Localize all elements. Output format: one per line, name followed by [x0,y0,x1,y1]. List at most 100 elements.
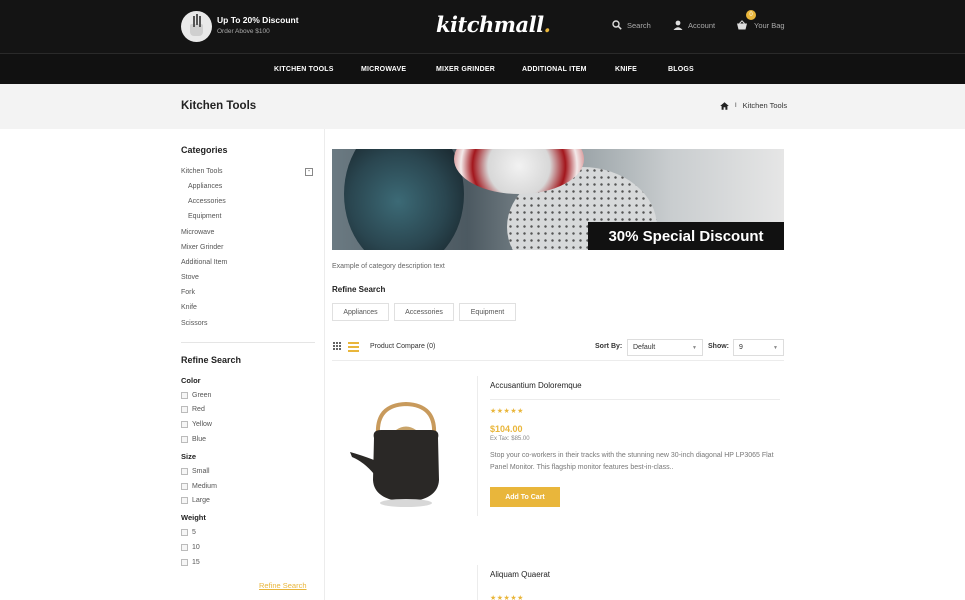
filter-size-large[interactable]: Large [181,497,210,504]
sidebar-separator [181,342,315,343]
category-equipment[interactable]: Equipment [188,213,221,220]
checkbox[interactable] [181,544,188,551]
color-filter-title: Color [181,376,201,385]
refine-search-button[interactable]: Refine Search [259,581,307,590]
checkbox[interactable] [181,529,188,536]
filter-weight-5[interactable]: 5 [181,529,196,536]
checkbox[interactable] [181,483,188,490]
show-select[interactable]: 9 ▼ [733,339,784,356]
product-name[interactable]: Accusantium Doloremque [490,381,582,390]
logo-text: kitchmall [436,12,544,37]
filter-label: Medium [192,483,217,490]
category-appliances[interactable]: Appliances [188,183,222,190]
grid-view-icon[interactable] [333,342,342,351]
checkbox[interactable] [181,392,188,399]
filter-label: 5 [192,529,196,536]
size-filter-title: Size [181,452,197,461]
list-view-icon[interactable] [348,342,359,352]
product-title-underline [490,399,780,400]
checkbox[interactable] [181,436,188,443]
checkbox[interactable] [181,421,188,428]
utensil-icon [196,14,198,25]
bag-count-badge: 0 [746,10,756,20]
sidebar-divider [324,129,325,600]
filter-label: Yellow [192,421,212,428]
page-heading-band [0,84,965,129]
filter-label: Blue [192,436,207,443]
category-kitchen-tools[interactable]: Kitchen Tools [181,168,223,175]
refine-search-heading: Refine Search [332,285,386,294]
filter-label: 10 [192,544,200,551]
product-divider [477,565,478,600]
add-to-cart-button[interactable]: Add To Cart [490,487,560,507]
account-label: Account [688,20,716,30]
refine-pill-accessories[interactable]: Accessories [394,303,454,321]
categories-title: Categories [181,145,228,155]
collapse-toggle-icon[interactable]: - [305,168,313,176]
utensil-holder-icon [190,24,203,36]
nav-mixer-grinder[interactable]: MIXER GRINDER [436,66,495,73]
home-icon[interactable] [720,101,729,110]
nav-blogs[interactable]: BLOGS [668,66,694,73]
category-microwave[interactable]: Microwave [181,229,214,236]
logo-dot: . [543,12,551,37]
sort-select[interactable]: Default ▼ [627,339,703,356]
search-label: Search [627,20,651,30]
promo-title: Up To 20% Discount [217,15,299,25]
category-mixer-grinder[interactable]: Mixer Grinder [181,244,223,251]
filter-color-red[interactable]: Red [181,406,205,413]
product-compare-link[interactable]: Product Compare (0) [370,343,435,350]
nav-microwave[interactable]: MICROWAVE [361,66,406,73]
product-description: Stop your co-workers in their tracks wit… [490,452,774,471]
nav-knife[interactable]: KNIFE [615,66,637,73]
filter-weight-10[interactable]: 10 [181,544,200,551]
filter-color-green[interactable]: Green [181,392,211,399]
filter-color-yellow[interactable]: Yellow [181,421,212,428]
filter-size-small[interactable]: Small [181,468,210,475]
checkbox[interactable] [181,497,188,504]
category-additional-item[interactable]: Additional Item [181,259,227,266]
checkbox[interactable] [181,406,188,413]
nav-kitchen-tools[interactable]: KITCHEN TOOLS [274,66,334,73]
product-rating-stars: ★★★★★ [490,408,524,415]
category-fork[interactable]: Fork [181,289,195,296]
filter-label: Small [192,468,210,475]
category-accessories[interactable]: Accessories [188,198,226,205]
refine-pill-appliances[interactable]: Appliances [332,303,389,321]
show-label: Show: [708,343,729,350]
header-account-link[interactable]: Account [673,20,715,30]
search-icon [612,20,622,30]
breadcrumb: I Kitchen Tools [720,101,787,110]
weight-filter-title: Weight [181,513,206,522]
category-knife[interactable]: Knife [181,304,197,311]
page-title: Kitchen Tools [181,100,257,112]
product-price: $104.00 [490,424,523,434]
category-stove[interactable]: Stove [181,274,199,281]
show-value: 9 [739,344,743,351]
header-search-link[interactable]: Search [612,20,651,30]
filter-size-medium[interactable]: Medium [181,483,217,490]
breadcrumb-separator: I [735,102,737,109]
basket-icon [737,20,747,30]
category-scissors[interactable]: Scissors [181,320,207,327]
breadcrumb-current[interactable]: Kitchen Tools [743,101,787,110]
category-description: Example of category description text [332,263,445,270]
sort-by-label: Sort By: [595,343,623,350]
bag-label: Your Bag [754,20,785,30]
filter-label: 15 [192,559,200,566]
filter-weight-15[interactable]: 15 [181,559,200,566]
checkbox[interactable] [181,468,188,475]
refine-pill-equipment[interactable]: Equipment [459,303,516,321]
header-bag-link[interactable]: Your Bag [736,20,785,30]
filter-color-blue[interactable]: Blue [181,436,206,443]
refine-search-title: Refine Search [181,355,242,365]
product-image-teapot[interactable] [336,390,472,518]
product-name[interactable]: Aliquam Quaerat [490,570,550,579]
nav-additional-item[interactable]: ADDITIONAL ITEM [522,66,587,73]
sort-value: Default [633,344,656,351]
toolbar-separator [332,360,784,361]
banner-discount-label: 30% Special Discount [588,222,784,250]
promo-subtitle: Order Above $100 [217,28,270,35]
site-logo[interactable]: kitchmall. [436,12,551,37]
checkbox[interactable] [181,559,188,566]
